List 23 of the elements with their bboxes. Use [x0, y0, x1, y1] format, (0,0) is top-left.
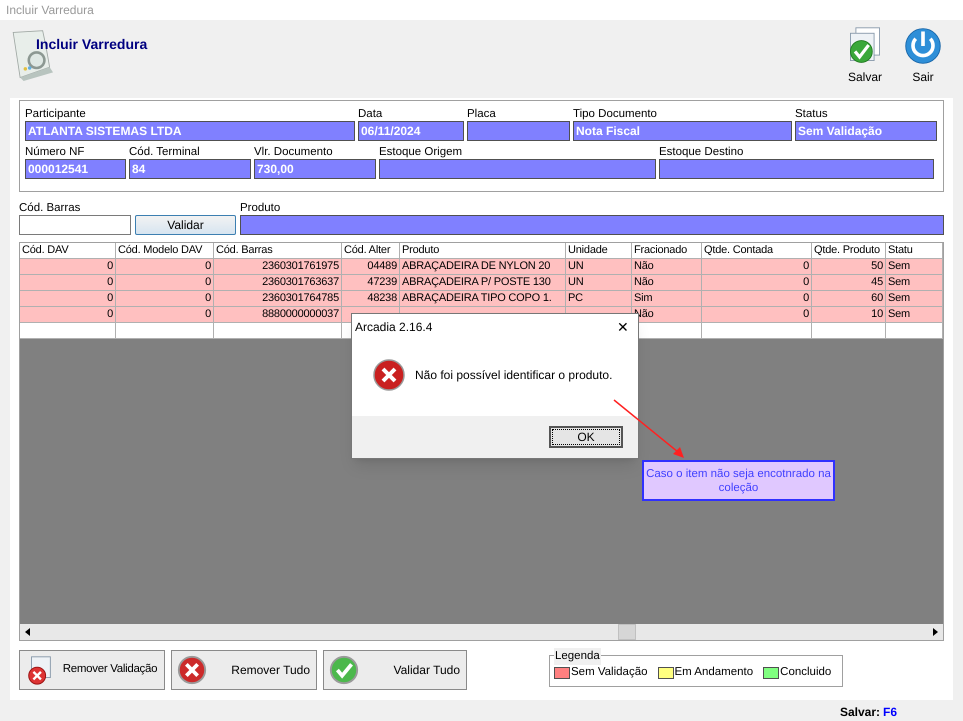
- legend-title: Legenda: [554, 648, 601, 666]
- legend-label: Sem Validação: [571, 665, 648, 680]
- form-title: Incluir Varredura: [36, 35, 148, 54]
- field-label: Cód. Barras: [19, 201, 82, 215]
- field-label: Estoque Origem: [379, 145, 464, 159]
- dialog-title: Arcadia 2.16.4: [355, 319, 432, 336]
- field-label: Cód. Terminal: [129, 145, 201, 159]
- field-label: Status: [795, 107, 829, 121]
- annotation-note: Caso o item não seja encotnrado na coleção: [642, 460, 835, 501]
- legend-label: Concluido: [780, 665, 832, 680]
- window-title: Incluir Varredura: [6, 2, 94, 19]
- shortcut-key: F6: [883, 703, 898, 721]
- field-label: Estoque Destino: [659, 145, 744, 159]
- field-label: Número NF: [25, 145, 86, 159]
- field-label: Tipo Documento: [573, 107, 658, 121]
- field-label: Participante: [25, 107, 87, 121]
- shortcut-label: Salvar:: [840, 704, 880, 721]
- field-label: Produto: [240, 201, 282, 215]
- field-label: Placa: [467, 107, 497, 121]
- legend-label: Em Andamento: [674, 665, 754, 680]
- dialog-message: Não foi possível identificar o produto.: [415, 367, 612, 384]
- field-label: Data: [358, 107, 384, 121]
- field-label: Vlr. Documento: [254, 145, 334, 159]
